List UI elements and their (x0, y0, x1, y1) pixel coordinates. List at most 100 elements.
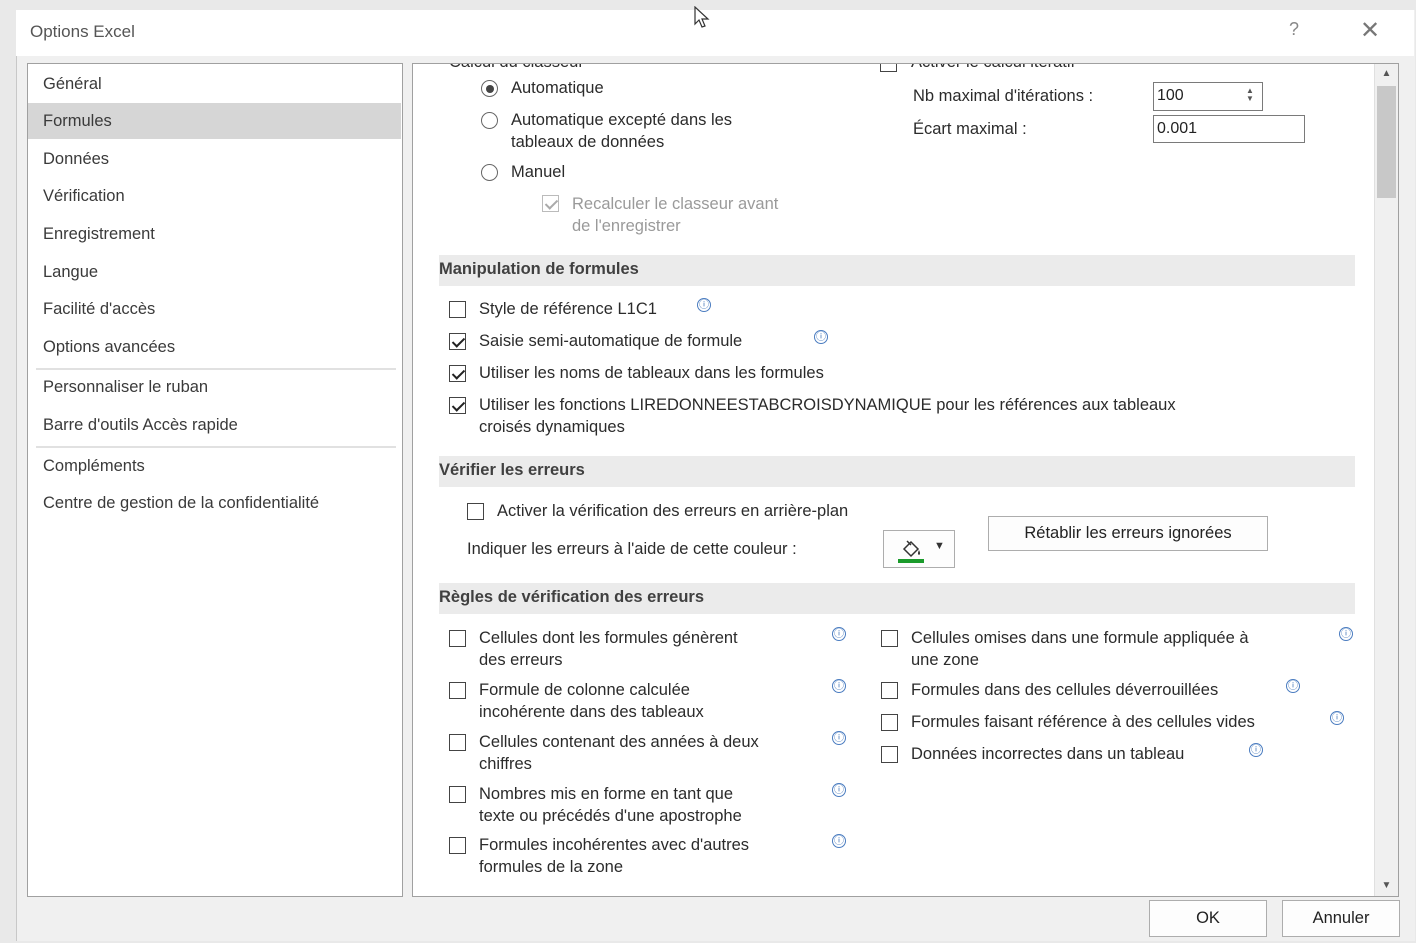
getpivotdata-label: Utiliser les fonctions LIREDONNEESTABCRO… (479, 396, 1176, 414)
rule-checkbox-inconsistent-column[interactable] (449, 682, 466, 699)
rule-label: Formules incohérentes avec d'autres (479, 836, 750, 854)
error-color-label: Indiquer les erreurs à l'aide de cette c… (467, 540, 797, 558)
calc-manual-label: Manuel (511, 163, 566, 181)
rule-checkbox-empty-cells[interactable] (881, 714, 898, 731)
nav-item-accessibility[interactable]: Facilité d'accès (28, 291, 402, 327)
r1c1-label: Style de référence L1C1 (479, 300, 657, 318)
getpivotdata-label-2: croisés dynamiques (479, 418, 625, 436)
background-error-check-checkbox[interactable] (467, 503, 484, 520)
max-iterations-input[interactable]: 100 ▲ ▼ (1153, 82, 1263, 111)
info-icon[interactable]: ⓘ (814, 330, 828, 344)
category-nav: Général Formules Données Vérification En… (27, 63, 403, 897)
help-button[interactable]: ? (1282, 19, 1306, 40)
nav-item-customize-ribbon[interactable]: Personnaliser le ruban (28, 369, 402, 405)
section-header-rules-label: Règles de vérification des erreurs (439, 588, 705, 606)
rule-label: Formules dans des cellules déverrouillée… (911, 681, 1219, 699)
info-icon[interactable]: ⓘ (832, 679, 846, 693)
calc-auto-except-label: Automatique excepté dans les (511, 111, 733, 129)
spinner-icon[interactable]: ▲ ▼ (1246, 87, 1256, 103)
dialog-title: Options Excel (30, 22, 135, 41)
cancel-button[interactable]: Annuler (1282, 900, 1400, 937)
formula-autocomplete-checkbox[interactable] (449, 333, 466, 350)
nav-item-formulas[interactable]: Formules (28, 103, 401, 139)
info-icon[interactable]: ⓘ (1339, 627, 1353, 641)
rule-label: formules de la zone (479, 858, 623, 876)
close-button[interactable]: ✕ (1358, 16, 1382, 45)
info-icon[interactable]: ⓘ (832, 783, 846, 797)
section-header-error-checking-label: Vérifier les erreurs (439, 461, 585, 479)
r1c1-checkbox[interactable] (449, 301, 466, 318)
calc-auto-except-label-2: tableaux de données (511, 133, 665, 151)
max-iterations-value: 100 (1157, 87, 1184, 104)
rule-label: des erreurs (479, 651, 563, 669)
recalc-before-save-checkbox (542, 195, 559, 212)
formula-autocomplete-label: Saisie semi-automatique de formule (479, 332, 743, 350)
info-icon[interactable]: ⓘ (832, 627, 846, 641)
rule-checkbox-formula-errors[interactable] (449, 630, 466, 647)
recalc-before-save-label: Recalculer le classeur avant (572, 195, 779, 213)
scrollbar-thumb[interactable] (1377, 86, 1396, 198)
rule-checkbox-inconsistent-formulas[interactable] (449, 837, 466, 854)
rule-checkbox-invalid-table-data[interactable] (881, 746, 898, 763)
table-names-label: Utiliser les noms de tableaux dans les f… (479, 364, 824, 382)
ok-button[interactable]: OK (1149, 900, 1267, 937)
max-change-input[interactable]: 0.001 (1153, 115, 1305, 143)
info-icon[interactable]: ⓘ (1286, 679, 1300, 693)
nav-item-add-ins[interactable]: Compléments (28, 448, 402, 484)
rule-label: texte ou précédés d'une apostrophe (479, 807, 742, 825)
rule-checkbox-unlocked-cells[interactable] (881, 682, 898, 699)
rule-label: Formules faisant référence à des cellule… (911, 713, 1255, 731)
nav-item-quick-access-toolbar[interactable]: Barre d'outils Accès rapide (28, 407, 402, 443)
rule-label: chiffres (479, 755, 532, 773)
iterative-calc-checkbox[interactable] (880, 64, 897, 72)
vertical-scrollbar[interactable]: ▲ ▼ (1374, 64, 1398, 896)
calc-manual-radio[interactable] (481, 164, 498, 181)
mouse-cursor-icon (694, 5, 712, 35)
chevron-down-icon: ▼ (934, 540, 945, 552)
rule-checkbox-two-digit-years[interactable] (449, 734, 466, 751)
info-icon[interactable]: ⓘ (1330, 711, 1344, 725)
section-header-formulas-label: Manipulation de formules (439, 260, 639, 278)
rule-label: Nombres mis en forme en tant que (479, 785, 734, 803)
reset-ignored-errors-button[interactable]: Rétablir les erreurs ignorées (988, 516, 1268, 551)
title-bar (16, 10, 1414, 56)
calc-auto-except-radio[interactable] (481, 112, 498, 129)
error-color-picker[interactable]: ▼ (883, 530, 955, 568)
rule-checkbox-omitted-cells[interactable] (881, 630, 898, 647)
info-icon[interactable]: ⓘ (832, 731, 846, 745)
rule-label: Cellules contenant des années à deux (479, 733, 759, 751)
rule-checkbox-numbers-as-text[interactable] (449, 786, 466, 803)
rule-label: incohérente dans des tableaux (479, 703, 704, 721)
section-header-rules: Règles de vérification des erreurs (439, 583, 1355, 614)
content-pane: Calcul du classeur Activer le calcul ité… (412, 63, 1399, 897)
scroll-up-icon[interactable]: ▲ (1375, 64, 1398, 84)
nav-item-proofing[interactable]: Vérification (28, 178, 402, 214)
calc-automatic-radio[interactable] (481, 80, 498, 97)
nav-item-trust-center[interactable]: Centre de gestion de la confidentialité (28, 485, 402, 521)
scroll-down-icon[interactable]: ▼ (1375, 876, 1398, 896)
nav-item-general[interactable]: Général (28, 66, 402, 102)
recalc-before-save-label-2: de l'enregistrer (572, 217, 681, 235)
rule-label: Cellules dont les formules génèrent (479, 629, 738, 647)
iterative-calc-label: Activer le calcul itératif (911, 64, 1075, 73)
nav-item-data[interactable]: Données (28, 141, 402, 177)
getpivotdata-checkbox[interactable] (449, 397, 466, 414)
nav-item-language[interactable]: Langue (28, 254, 402, 290)
nav-item-advanced[interactable]: Options avancées (28, 329, 402, 365)
calc-group-label: Calcul du classeur (449, 64, 584, 73)
calc-automatic-label: Automatique (511, 79, 604, 97)
max-change-value: 0.001 (1157, 120, 1198, 137)
section-header-error-checking: Vérifier les erreurs (439, 456, 1355, 487)
nav-item-save[interactable]: Enregistrement (28, 216, 402, 252)
info-icon[interactable]: ⓘ (1249, 743, 1263, 757)
rule-label: une zone (911, 651, 979, 669)
section-header-formulas: Manipulation de formules (439, 255, 1355, 286)
rule-label: Formule de colonne calculée (479, 681, 690, 699)
table-names-checkbox[interactable] (449, 365, 466, 382)
rule-label: Données incorrectes dans un tableau (911, 745, 1185, 763)
background-error-check-label: Activer la vérification des erreurs en a… (497, 502, 849, 520)
info-icon[interactable]: ⓘ (697, 298, 711, 312)
info-icon[interactable]: ⓘ (832, 834, 846, 848)
error-color-swatch (898, 559, 924, 563)
max-change-label: Écart maximal : (913, 120, 1027, 138)
